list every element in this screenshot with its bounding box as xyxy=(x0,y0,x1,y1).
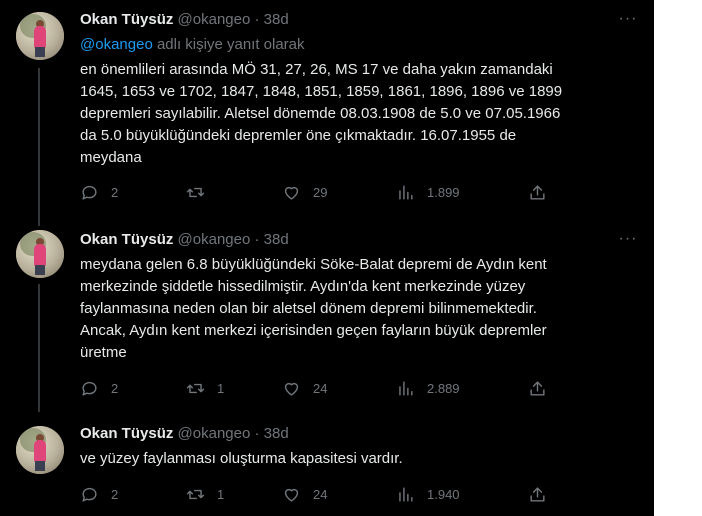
tweet-text-line: da 5.0 büyüklüğündeki depremler öne çıkm… xyxy=(80,127,517,144)
bar-chart-icon xyxy=(399,380,413,396)
tweet-text-line: Ancak, Aydın kent merkezi içerisinden ge… xyxy=(80,322,547,339)
avatar[interactable] xyxy=(16,426,64,474)
like-button[interactable]: 24 xyxy=(282,378,327,398)
author-handle[interactable]: @okangeo xyxy=(178,231,251,248)
speech-bubble-icon xyxy=(82,381,97,396)
timestamp[interactable]: 38d xyxy=(264,11,289,28)
avatar[interactable] xyxy=(16,12,64,60)
reply-button[interactable]: 2 xyxy=(80,378,118,398)
author-name[interactable]: Okan Tüysüz xyxy=(80,425,173,442)
timestamp[interactable]: 38d xyxy=(264,425,289,442)
tweet-text-line: depremleri sayılabilir. Aletsel dönemde … xyxy=(80,105,561,122)
avatar[interactable] xyxy=(16,230,64,278)
tweet-text-line: 1645, 1653 ve 1702, 1847, 1848, 1851, 18… xyxy=(80,83,563,100)
separator-dot: · xyxy=(254,425,260,442)
retweet-button[interactable]: 1 xyxy=(186,378,224,398)
reply-mention-link[interactable]: @okangeo xyxy=(80,36,153,53)
tweet-header: Okan Tüysüz @okangeo · 38d xyxy=(80,10,289,30)
heart-icon xyxy=(284,186,299,200)
tweet-actions: 2 1 24 2.889 xyxy=(76,378,546,398)
reply-count: 2 xyxy=(111,184,119,200)
tweet-text-line: ve yüzey faylanması oluşturma kapasitesi… xyxy=(80,450,403,467)
views-button[interactable]: 1.940 xyxy=(396,484,460,504)
views-count: 2.889 xyxy=(427,380,460,396)
bar-chart-icon xyxy=(399,486,413,502)
reply-context-text: adlı kişiye yanıt olarak xyxy=(152,36,305,53)
tweet[interactable]: Okan Tüysüz @okangeo · 38d ··· @okangeo … xyxy=(0,0,654,218)
bar-chart-icon xyxy=(399,184,413,200)
views-button[interactable]: 2.889 xyxy=(396,378,460,398)
more-options-icon[interactable]: ··· xyxy=(618,11,638,32)
like-button[interactable]: 29 xyxy=(282,182,327,202)
speech-bubble-icon xyxy=(82,185,97,200)
separator-dot: · xyxy=(254,231,260,248)
tweet-actions: 2 1 24 1.940 xyxy=(76,484,546,504)
reply-count: 2 xyxy=(111,486,119,502)
heart-icon xyxy=(284,382,299,396)
retweet-button[interactable] xyxy=(186,182,217,202)
retweet-arrows-icon xyxy=(186,489,205,499)
tweet-header: Okan Tüysüz @okangeo · 38d xyxy=(80,230,289,250)
tweet-text-line: en önemlileri arasında MÖ 31, 27, 26, MS… xyxy=(80,61,553,78)
tweet-text: meydana gelen 6.8 büyüklüğündeki Söke-Ba… xyxy=(80,254,640,364)
upload-arrow-icon xyxy=(530,486,545,502)
tweet[interactable]: Okan Tüysüz @okangeo · 38d ··· meydana g… xyxy=(0,218,654,414)
tweet-actions: 2 29 1.899 xyxy=(76,182,546,202)
reply-button[interactable]: 2 xyxy=(80,484,118,504)
tweet-text-line: merkezinde şiddetle hissedilmiştir. Aydı… xyxy=(80,278,526,295)
share-button[interactable] xyxy=(528,484,547,504)
tweet-thread: Okan Tüysüz @okangeo · 38d ··· @okangeo … xyxy=(0,0,654,516)
author-name[interactable]: Okan Tüysüz xyxy=(80,231,173,248)
author-handle[interactable]: @okangeo xyxy=(178,11,251,28)
tweet-text-line: üretme xyxy=(80,344,127,361)
reply-context: @okangeo adlı kişiye yanıt olarak xyxy=(80,35,305,55)
retweet-arrows-icon xyxy=(186,383,205,393)
share-button[interactable] xyxy=(528,182,547,202)
tweet-text-line: faylanmasına neden olan bir aletsel döne… xyxy=(80,300,537,317)
tweet-header: Okan Tüysüz @okangeo · 38d xyxy=(80,424,289,444)
retweet-count: 1 xyxy=(217,486,225,502)
tweet-text-line: meydana gelen 6.8 büyüklüğündeki Söke-Ba… xyxy=(80,256,547,273)
like-button[interactable]: 24 xyxy=(282,484,327,504)
tweet[interactable]: Okan Tüysüz @okangeo · 38d ve yüzey fayl… xyxy=(0,414,654,516)
heart-icon xyxy=(284,488,299,502)
retweet-button[interactable]: 1 xyxy=(186,484,224,504)
speech-bubble-icon xyxy=(82,487,97,502)
like-count: 24 xyxy=(313,380,328,396)
tweet-text-line: meydana xyxy=(80,149,142,166)
author-handle[interactable]: @okangeo xyxy=(178,425,251,442)
reply-button[interactable]: 2 xyxy=(80,182,118,202)
views-count: 1.899 xyxy=(427,184,460,200)
tweet-text: en önemlileri arasında MÖ 31, 27, 26, MS… xyxy=(80,59,640,169)
views-button[interactable]: 1.899 xyxy=(396,182,460,202)
retweet-arrows-icon xyxy=(186,187,205,197)
like-count: 29 xyxy=(313,184,328,200)
like-count: 24 xyxy=(313,486,328,502)
more-options-icon[interactable]: ··· xyxy=(618,231,638,252)
retweet-count: 1 xyxy=(217,380,225,396)
separator-dot: · xyxy=(254,11,260,28)
tweet-text: ve yüzey faylanması oluşturma kapasitesi… xyxy=(80,448,640,470)
share-button[interactable] xyxy=(528,378,547,398)
author-name[interactable]: Okan Tüysüz xyxy=(80,11,173,28)
reply-count: 2 xyxy=(111,380,119,396)
page-margin xyxy=(654,0,702,516)
timestamp[interactable]: 38d xyxy=(264,231,289,248)
upload-arrow-icon xyxy=(530,380,545,396)
upload-arrow-icon xyxy=(530,184,545,200)
views-count: 1.940 xyxy=(427,486,460,502)
